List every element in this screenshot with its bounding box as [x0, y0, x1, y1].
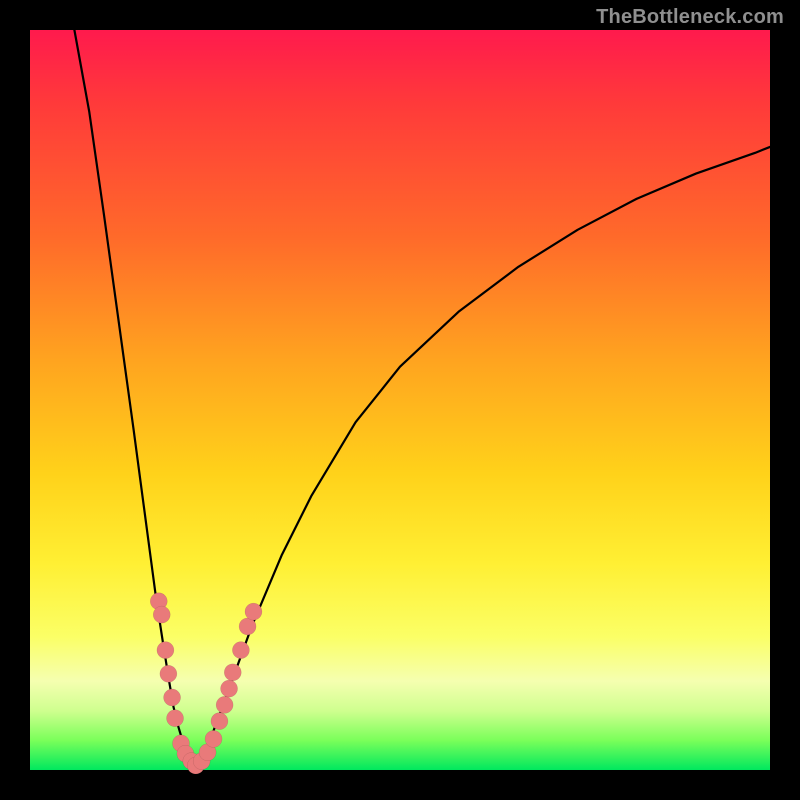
scatter-dot [239, 618, 256, 635]
scatter-dots [150, 593, 262, 774]
curve-right-branch [197, 147, 771, 767]
scatter-dot [160, 665, 177, 682]
scatter-dot [232, 642, 249, 659]
scatter-dot [221, 680, 238, 697]
watermark-text: TheBottleneck.com [596, 6, 784, 29]
scatter-dot [245, 603, 262, 620]
plot-area [30, 30, 770, 770]
scatter-dot [205, 730, 222, 747]
scatter-dot [167, 710, 184, 727]
scatter-dot [157, 642, 174, 659]
scatter-dot [153, 606, 170, 623]
scatter-dot [211, 713, 228, 730]
scatter-dot [216, 696, 233, 713]
curve-left-branch [74, 30, 196, 767]
plot-svg [30, 30, 770, 770]
scatter-dot [224, 664, 241, 681]
chart-frame: TheBottleneck.com [0, 0, 800, 800]
scatter-dot [164, 689, 181, 706]
